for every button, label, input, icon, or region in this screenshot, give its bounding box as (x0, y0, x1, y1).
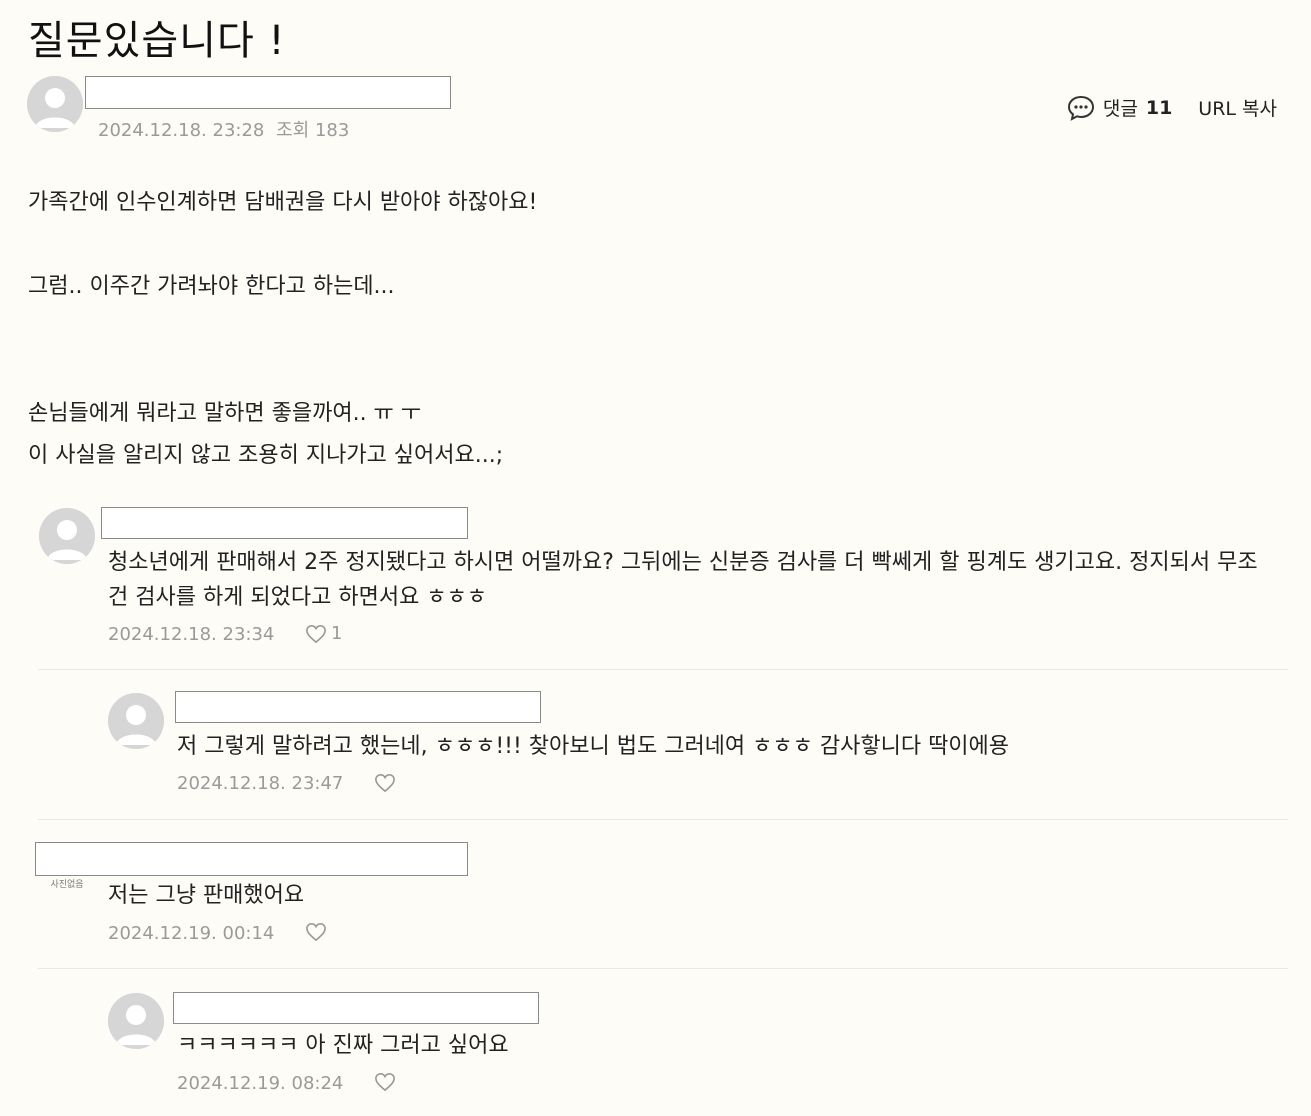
post-meta: 2024.12.18. 23:28 조회 183 (98, 116, 349, 142)
heart-outline-icon (375, 1072, 395, 1092)
default-user-avatar-icon (108, 993, 164, 1049)
comment-text: ㅋㅋㅋㅋㅋㅋ 아 진짜 그러고 싶어요 (177, 1033, 509, 1058)
no-photo-avatar-label: 사진없음 (50, 880, 84, 890)
speech-bubble-icon (1067, 95, 1094, 121)
default-user-avatar-icon (108, 693, 164, 749)
comment-text: 저 그렇게 말하려고 했는네, ㅎㅎㅎ!!! 찾아보니 법도 그러네여 ㅎㅎㅎ … (177, 734, 1010, 759)
commenter-name-redacted[interactable] (175, 691, 541, 723)
post-body-line: 손님들에게 뭐라고 말하면 좋을까여.. ㅠ ㅜ (28, 401, 422, 426)
commenter-avatar[interactable] (108, 993, 164, 1049)
comment-date: 2024.12.19. 00:14 (108, 923, 275, 944)
post-body-line: 이 사실을 알리지 않고 조용히 지나가고 싶어서요...; (28, 443, 504, 468)
comment-text: 청소년에게 판매해서 2주 정지됐다고 하시면 어떨까요? 그뒤에는 신분증 검… (108, 550, 1258, 610)
post-body-line: 가족간에 인수인계하면 담배권을 다시 받아야 하잖아요! (28, 190, 538, 215)
default-user-avatar-icon (27, 76, 83, 132)
author-avatar[interactable] (27, 76, 83, 132)
comment-date: 2024.12.18. 23:34 (108, 624, 275, 645)
heart-outline-icon (306, 922, 326, 942)
heart-outline-icon (306, 624, 326, 643)
post-actions: 댓글 11 URL 복사 (1067, 94, 1277, 121)
like-button[interactable]: 1 (305, 623, 342, 644)
heart-outline-icon (375, 773, 395, 793)
author-name-redacted[interactable] (85, 76, 451, 109)
commenter-avatar[interactable] (108, 693, 164, 749)
like-count: 1 (331, 623, 343, 644)
post-title: 질문있습니다 ! (28, 18, 286, 64)
comment-divider (38, 819, 1288, 820)
comment-divider (38, 669, 1288, 670)
comment-count: 11 (1145, 96, 1173, 119)
url-copy-button[interactable]: URL 복사 (1198, 94, 1277, 121)
comment-divider (38, 968, 1288, 969)
post-views: 조회 183 (276, 120, 350, 141)
commenter-name-redacted[interactable] (173, 992, 539, 1024)
commenter-name-redacted[interactable] (101, 507, 468, 539)
default-user-avatar-icon (39, 508, 95, 564)
commenter-avatar[interactable] (39, 508, 95, 564)
comment-label: 댓글 (1102, 98, 1138, 120)
like-button[interactable] (305, 922, 331, 942)
post-date: 2024.12.18. 23:28 (98, 120, 265, 141)
post-body-line: 그럼.. 이주간 가려놔야 한다고 하는데... (28, 274, 395, 299)
comment-date: 2024.12.18. 23:47 (177, 773, 344, 794)
commenter-name-redacted[interactable] (35, 842, 468, 876)
comment-date: 2024.12.19. 08:24 (177, 1073, 344, 1094)
comment-count-button[interactable]: 댓글 11 (1067, 94, 1172, 121)
like-button[interactable] (374, 773, 400, 793)
like-button[interactable] (374, 1072, 400, 1092)
comment-text: 저는 그냥 판매했어요 (108, 883, 305, 908)
